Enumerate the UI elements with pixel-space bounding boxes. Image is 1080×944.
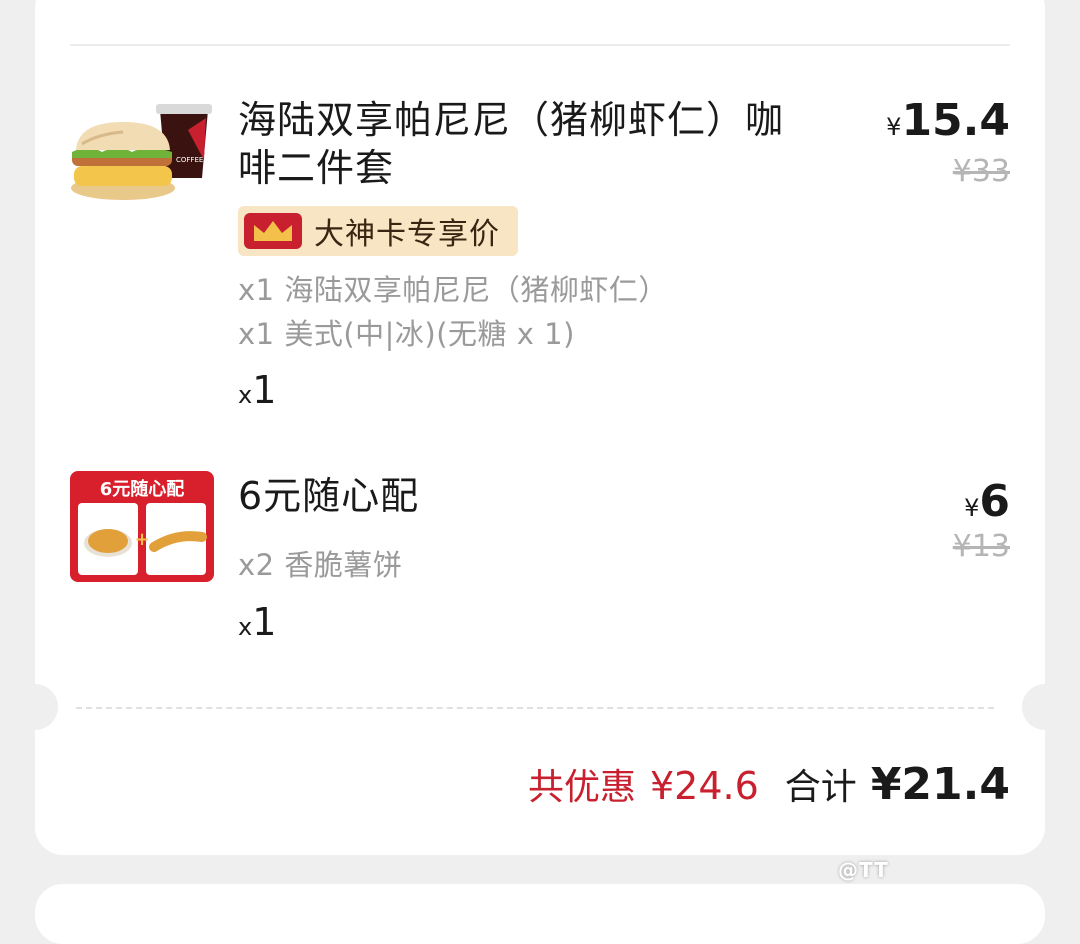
ticket-notch-left: [12, 684, 58, 730]
qty-value: 1: [252, 368, 277, 412]
item-detail: x2 香脆薯饼: [238, 548, 403, 582]
next-card: [35, 884, 1045, 944]
discount-label: 共优惠: [527, 767, 636, 808]
watermark: @TT: [838, 858, 889, 882]
currency-symbol: ¥: [964, 494, 980, 522]
product-image-6yuan-combo[interactable]: 6元随心配 +: [70, 471, 214, 582]
price-value: 15.4: [901, 95, 1010, 146]
item-title[interactable]: 6元随心配: [238, 472, 419, 520]
price-value: 6: [979, 476, 1010, 527]
crown-card-icon: [244, 213, 302, 249]
discount-value: ¥24.6: [650, 764, 759, 808]
dashed-divider: [76, 707, 994, 709]
original-price: ¥13: [952, 529, 1010, 564]
original-price: ¥33: [952, 154, 1010, 189]
currency-symbol: ¥: [886, 113, 902, 141]
divider: [70, 44, 1010, 46]
qty-prefix: x: [238, 381, 253, 409]
svg-text:COFFEE: COFFEE: [176, 156, 203, 164]
total-value: ¥21.4: [870, 759, 1010, 810]
image-label: 6元随心配: [100, 478, 185, 500]
ticket-notch-right: [1022, 684, 1068, 730]
item-quantity: x1: [238, 602, 276, 650]
total-label: 合计: [784, 767, 857, 808]
qty-prefix: x: [238, 613, 253, 641]
item-title[interactable]: 海陆双享帕尼尼（猪柳虾仁）咖啡二件套: [238, 96, 798, 192]
item-detail: x1 海陆双享帕尼尼（猪柳虾仁）: [238, 273, 668, 307]
order-summary: 共优惠 ¥24.6 合计 ¥21.4: [528, 758, 1010, 810]
item-price: ¥6: [964, 476, 1010, 527]
item-detail: x1 美式(中|冰)(无糖 x 1): [238, 317, 575, 351]
qty-value: 1: [252, 600, 277, 644]
item-price: ¥15.4: [886, 95, 1010, 146]
item-quantity: x1: [238, 370, 276, 418]
product-image-panini-coffee[interactable]: COFFEE: [68, 100, 216, 204]
badge-label: 大神卡专享价: [314, 217, 500, 252]
svg-text:+: +: [134, 529, 149, 550]
member-price-badge: 大神卡专享价: [238, 206, 518, 256]
